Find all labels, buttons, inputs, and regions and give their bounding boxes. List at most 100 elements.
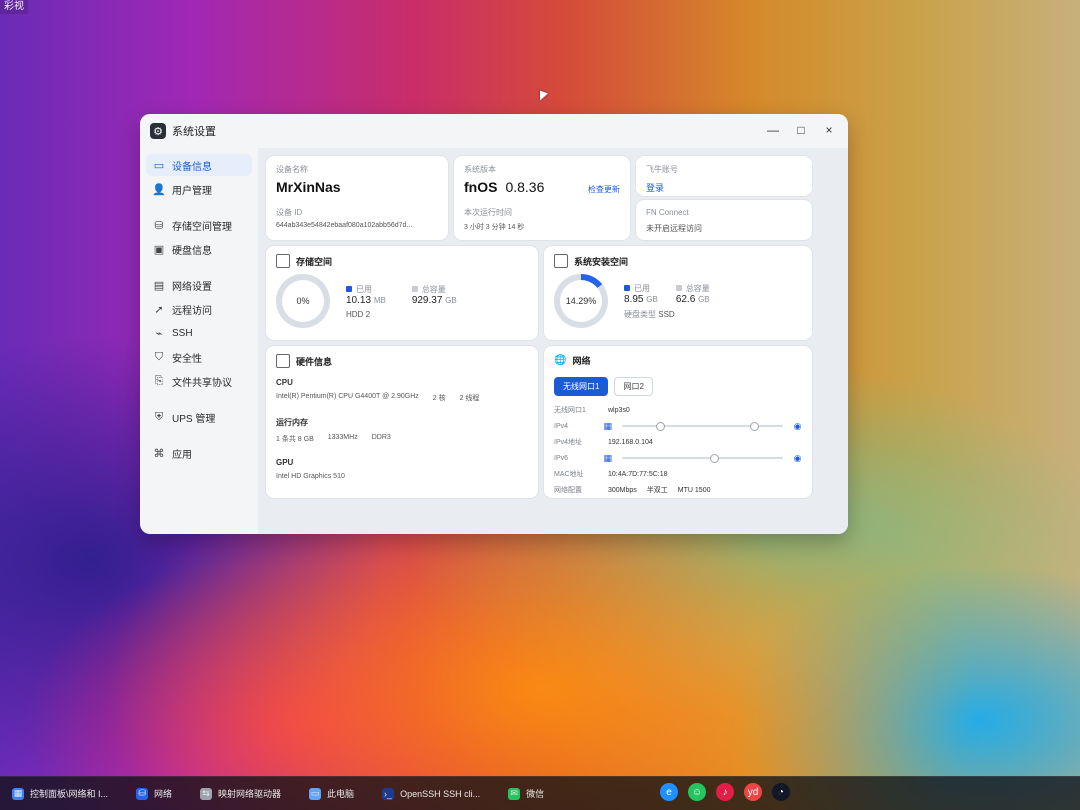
sidebar-item-apps[interactable]: ⌘ 应用	[146, 442, 252, 464]
taskbar-item-map-drive[interactable]: ⇆ 映射网络驱动器	[194, 777, 287, 810]
taskbar-item-control-panel[interactable]: ▦ 控制面板\网络和 I...	[6, 777, 114, 810]
ipv4-mode-slider[interactable]	[622, 422, 784, 431]
sidebar-item-device-info[interactable]: ▭ 设备信息	[146, 154, 252, 176]
memory-details: 1 条共 8 GB 1333MHz DDR3	[276, 434, 528, 444]
check-update-link[interactable]: 检查更新	[588, 184, 620, 195]
this-pc-icon: ▭	[309, 787, 322, 800]
taskbar-item-label: 此电脑	[327, 789, 355, 799]
remote-icon: ➚	[154, 303, 164, 316]
ipv4-address-value: 192.168.0.104	[608, 438, 653, 446]
account-card: 飞牛账号 登录	[636, 156, 812, 196]
sidebar-item-label: 用户管理	[172, 185, 212, 197]
fn-connect-status[interactable]: 未开启远程访问	[646, 223, 802, 234]
mouse-cursor-icon	[540, 90, 548, 104]
used-legend-dot	[624, 284, 630, 291]
network-title-text: 网络	[572, 356, 591, 366]
hardware-title-text: 硬件信息	[296, 356, 333, 367]
terminal-icon: ›_	[382, 787, 395, 800]
sidebar-item-storage-management[interactable]: ⛁ 存储空间管理	[146, 214, 252, 236]
gpu-label: GPU	[276, 458, 294, 467]
monitor-icon: ▭	[153, 159, 165, 172]
settings-window: ⚙ 系统设置 — □ × ▭ 设备信息 👤 用户管理 ⛁ 存储空间管理 ▣ 硬盘…	[140, 114, 848, 534]
system-storage-percent: 14.29%	[560, 280, 602, 322]
taskbar-item-this-pc[interactable]: ▭ 此电脑	[303, 777, 360, 810]
globe-icon: 🌐	[554, 355, 567, 366]
youdao-icon[interactable]: yd	[744, 783, 762, 801]
storage-card: 存储空间 0% 已用 10.13 MB 总容量 929.37 GB HDD 2	[266, 246, 538, 340]
system-version-label: 系统版本	[464, 165, 496, 174]
uptime-label: 本次运行时间	[464, 208, 512, 217]
storage-used-label: 已用	[346, 284, 386, 295]
network-card: 🌐 网络 无线网口1 网口2 无线网口1 wlp3s0 IPv4 ▦ ◉ IPv…	[544, 346, 812, 498]
gpu-model: Intel HD Graphics 510	[276, 473, 345, 480]
wechat-icon: ✉	[508, 787, 521, 800]
network-speed: 300Mbps	[608, 486, 637, 494]
sidebar-item-label: 硬盘信息	[172, 245, 212, 257]
ipv6-mode-slider[interactable]	[622, 454, 784, 463]
tab-port-2[interactable]: 网口2	[614, 377, 653, 396]
maximize-button[interactable]: □	[788, 120, 814, 140]
sidebar-item-disk-info[interactable]: ▣ 硬盘信息	[146, 238, 252, 260]
system-storage-usage-ring: 14.29%	[554, 274, 608, 328]
fn-connect-card: FN Connect 未开启远程访问	[636, 200, 812, 240]
account-label: 飞牛账号	[646, 165, 678, 174]
system-tray: e ☺ ♪ yd ◔	[660, 783, 790, 801]
netease-music-icon[interactable]: ♪	[716, 783, 734, 801]
network-interface-row: 无线网口1 wlp3s0	[554, 402, 802, 418]
ipv4-mode-row: IPv4 ▦ ◉	[554, 418, 802, 434]
system-storage-title-text: 系统安装空间	[574, 256, 629, 267]
device-info-card: 设备名称 MrXinNas 设备 ID 644ab343e54842ebaaf0…	[266, 156, 448, 240]
taskbar-item-openssh[interactable]: ›_ OpenSSH SSH cli...	[376, 777, 486, 810]
control-panel-icon: ▦	[12, 787, 24, 800]
taskbar-item-network[interactable]: ⛁ 网络	[130, 777, 178, 810]
mac-label: MAC地址	[554, 471, 584, 478]
ipv4-globe-icon[interactable]: ◉	[793, 421, 802, 431]
cpu-details: Intel(R) Pentium(R) CPU G4400T @ 2.90GHz…	[276, 393, 528, 403]
sidebar-item-security[interactable]: ⛉ 安全性	[146, 346, 252, 368]
storage-usage-ring: 0%	[276, 274, 330, 328]
cpu-threads: 2 线程	[459, 395, 480, 402]
ipv6-globe-icon[interactable]: ◉	[793, 453, 802, 463]
cpu-model: Intel(R) Pentium(R) CPU G4400T @ 2.90GHz	[276, 393, 419, 400]
edge-icon[interactable]: e	[660, 783, 678, 801]
ipv4-label: IPv4	[554, 422, 569, 430]
tab-wireless-1[interactable]: 无线网口1	[554, 377, 609, 396]
sidebar-item-user-management[interactable]: 👤 用户管理	[146, 178, 252, 200]
memory-label: 运行内存	[276, 418, 308, 427]
disk-icon: ▣	[153, 243, 165, 256]
hardware-card: 硬件信息 CPU Intel(R) Pentium(R) CPU G4400T …	[266, 346, 538, 498]
ipv6-mode-row: IPv6 ▦ ◉	[554, 450, 802, 466]
sidebar-item-remote-access[interactable]: ➚ 远程访问	[146, 298, 252, 320]
ups-icon: ⛨	[154, 410, 164, 423]
sidebar-item-network-settings[interactable]: ▤ 网络设置	[146, 274, 252, 296]
taskbar-item-wechat[interactable]: ✉ 微信	[502, 777, 550, 810]
total-legend-dot	[675, 284, 682, 291]
network-config-label: 网络配置	[554, 487, 582, 494]
close-button[interactable]: ×	[816, 120, 842, 140]
minimize-button[interactable]: —	[760, 120, 786, 140]
taskbar-item-label: 微信	[526, 789, 545, 799]
storage-total-value: 929.37 GB	[411, 294, 457, 306]
uptime-value: 3 小时 3 分钟 14 秒	[464, 224, 525, 231]
device-id-label: 设备 ID	[276, 208, 303, 217]
system-storage-total-label: 总容量	[675, 283, 710, 294]
titlebar: ⚙ 系统设置 — □ ×	[140, 114, 848, 148]
fn-connect-label: FN Connect	[646, 208, 689, 217]
sidebar-item-ssh[interactable]: ⌁ SSH	[146, 322, 252, 344]
ipv6-manual-icon[interactable]: ▦	[603, 453, 613, 463]
device-name-value: MrXinNas	[276, 179, 341, 195]
mac-value: 10:4A:7D:77:5C:18	[608, 470, 668, 478]
sidebar-item-file-sharing[interactable]: ⎘ 文件共享协议	[146, 370, 252, 392]
qq-icon[interactable]: ◔	[772, 783, 790, 801]
interface-value: wlp3s0	[608, 406, 630, 414]
taskbar-item-label: 控制面板\网络和 I...	[30, 789, 109, 799]
network-icon: ▤	[153, 279, 165, 292]
main-content: 设备名称 MrXinNas 设备 ID 644ab343e54842ebaaf0…	[258, 148, 848, 534]
ipv4-manual-icon[interactable]: ▦	[603, 421, 613, 431]
sidebar-item-label: 远程访问	[172, 305, 212, 317]
login-link[interactable]: 登录	[646, 181, 802, 194]
taskbar: ▦ 控制面板\网络和 I... ⛁ 网络 ⇆ 映射网络驱动器 ▭ 此电脑 ›_ …	[0, 776, 1080, 810]
network-duplex: 半双工	[646, 487, 668, 494]
sidebar-item-ups-management[interactable]: ⛨ UPS 管理	[146, 406, 252, 428]
wechat-tray-icon[interactable]: ☺	[688, 783, 706, 801]
